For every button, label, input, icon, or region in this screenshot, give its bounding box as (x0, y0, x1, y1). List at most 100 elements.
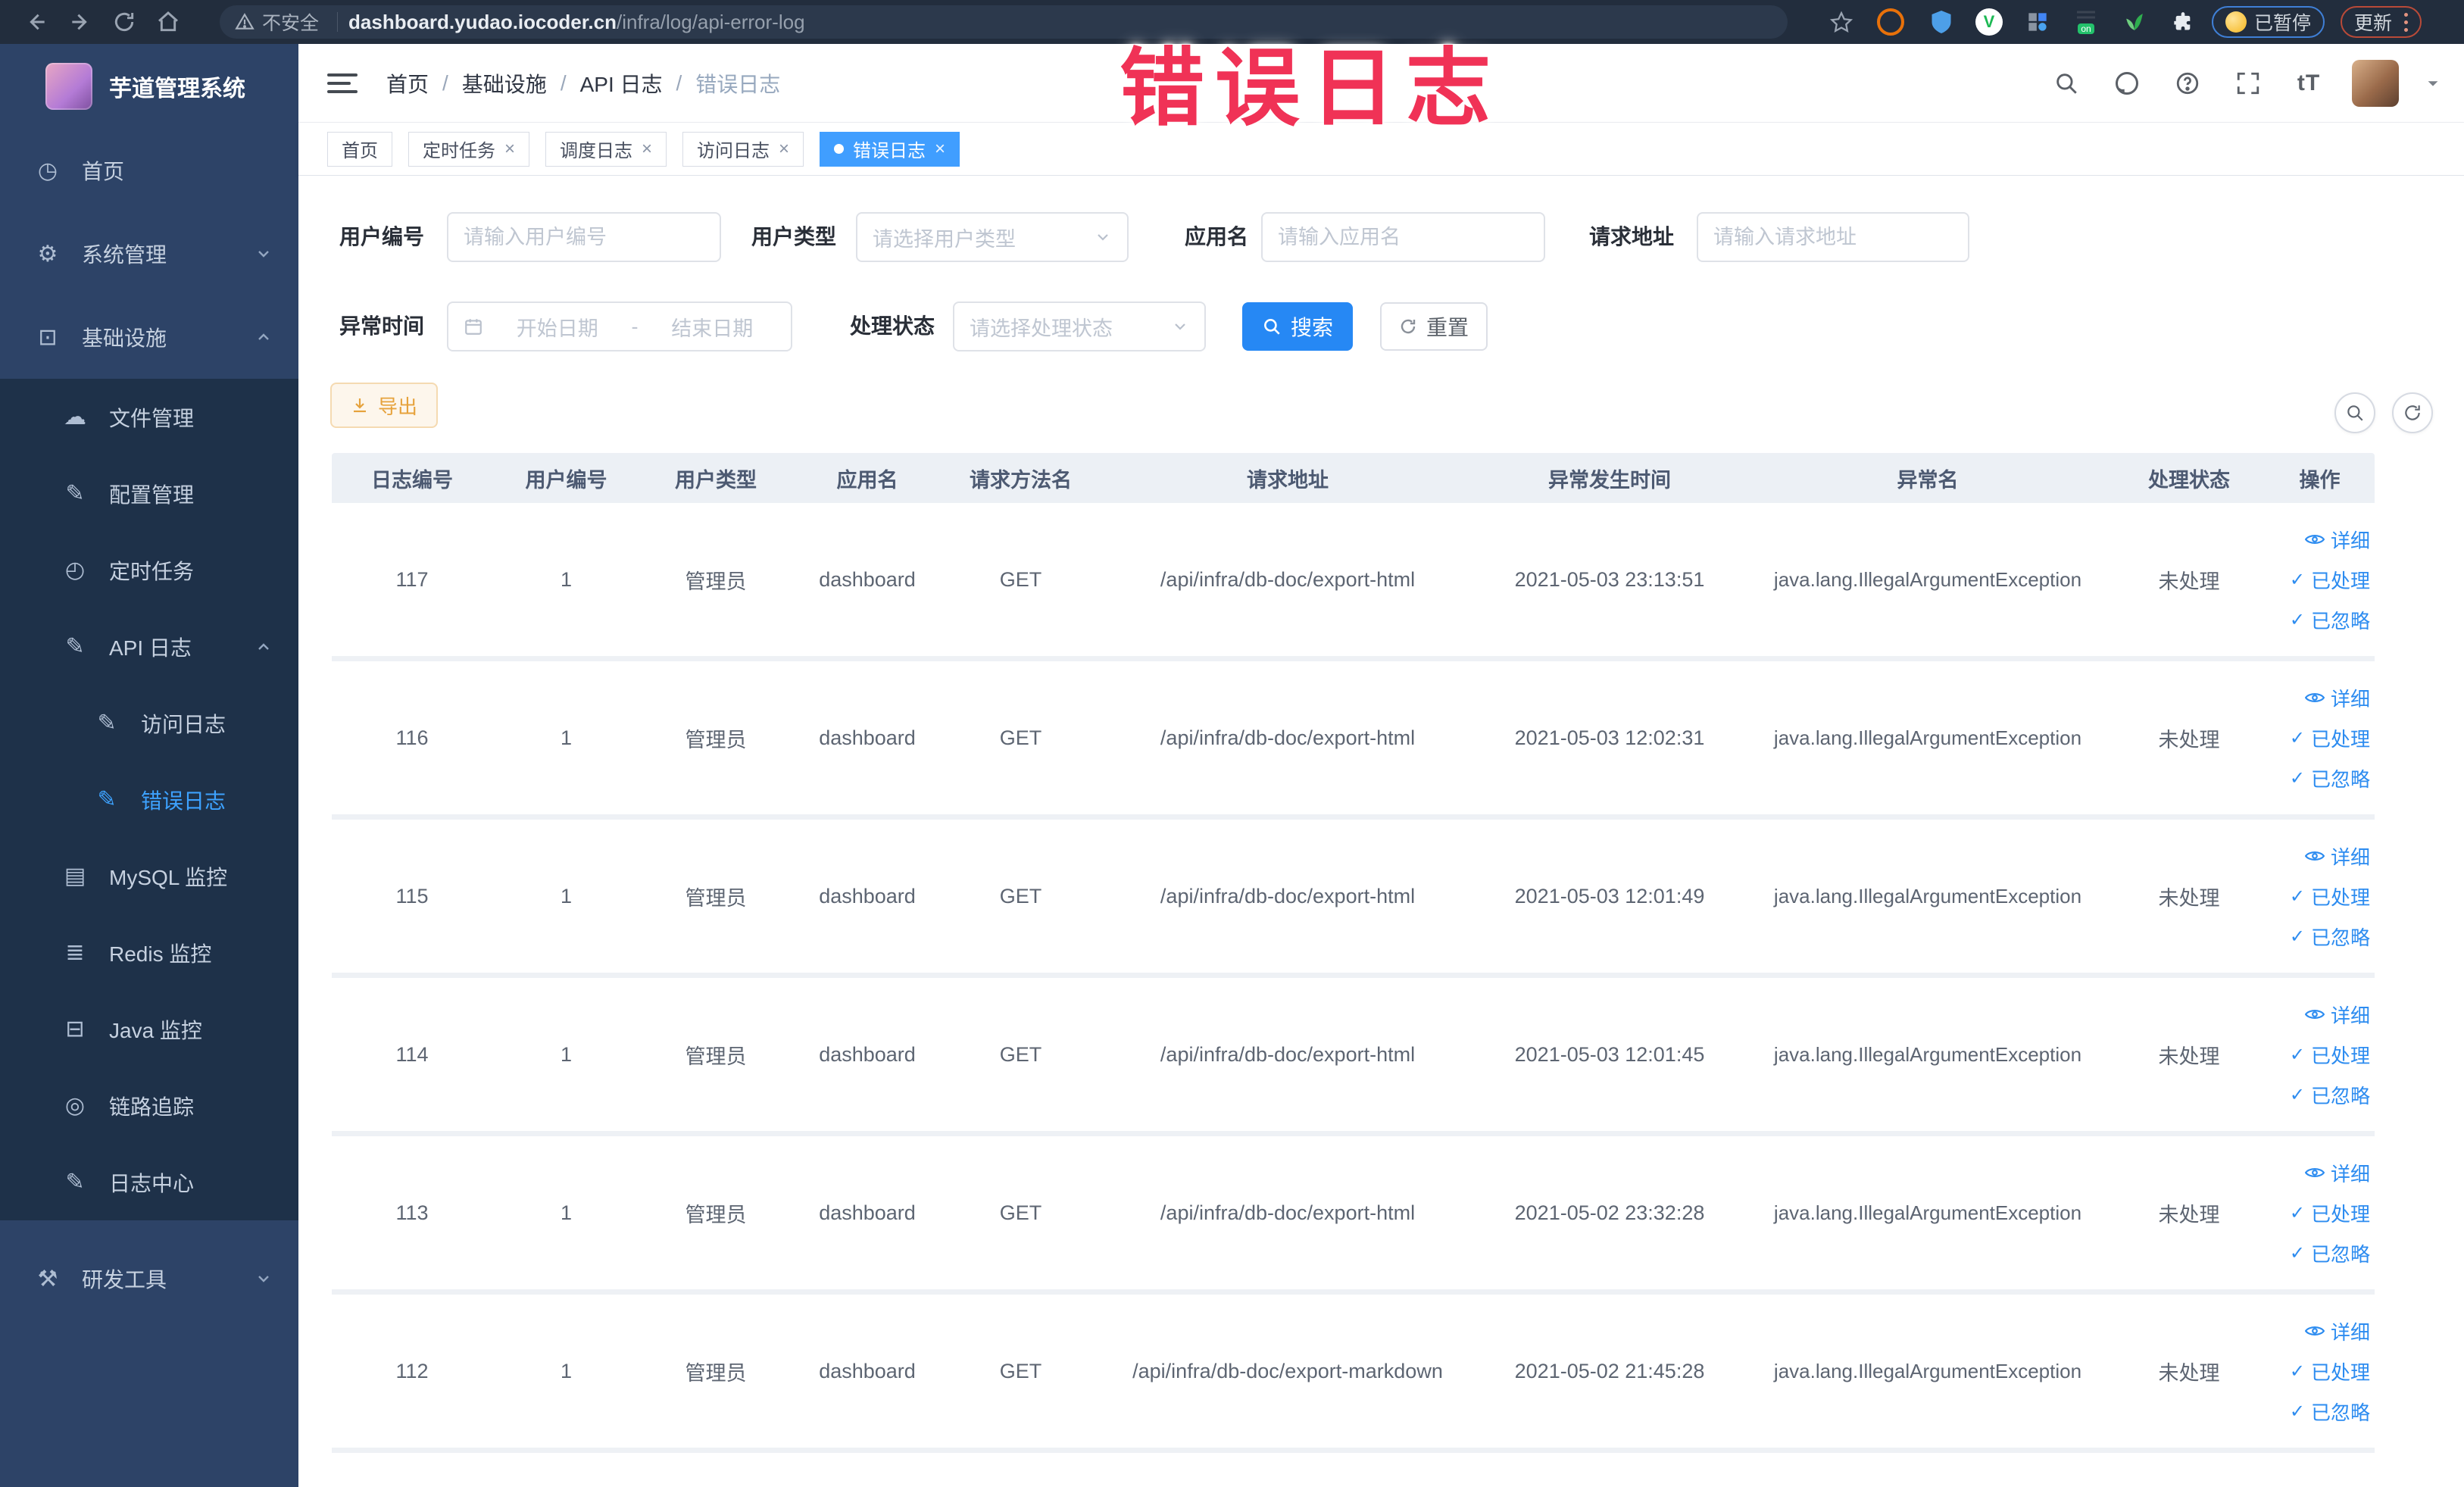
hide-search-button[interactable] (2334, 392, 2375, 433)
avatar-caret-icon[interactable] (2425, 75, 2441, 92)
warning-icon (235, 13, 255, 30)
status-badge: 未处理 (2158, 886, 2220, 910)
col-method: 请求方法名 (970, 468, 1072, 492)
sidebar-item-dev-tools[interactable]: ⚒ 研发工具 (0, 1237, 298, 1320)
back-icon[interactable] (20, 5, 53, 39)
edit-icon: ✎ (65, 481, 85, 506)
extensions-puzzle-icon[interactable] (2169, 8, 2197, 36)
extension-icon[interactable] (1928, 8, 1955, 36)
filter-label-exception-time: 异常时间 (339, 314, 424, 338)
reset-button[interactable]: 重置 (1380, 302, 1488, 351)
sidebar-item-scheduled-tasks[interactable]: ◴ 定时任务 (0, 532, 298, 608)
sidebar-item-access-log[interactable]: ✎ 访问日志 (0, 685, 298, 761)
mark-processed-link[interactable]: ✓ 已处理 (2290, 1357, 2370, 1385)
home-icon[interactable] (151, 5, 185, 39)
app-logo[interactable]: 芋道管理系统 (0, 44, 298, 129)
profile-emoji-icon (2225, 11, 2247, 33)
sidebar-item-infra[interactable]: ⊡ 基础设施 (0, 295, 298, 379)
sidebar-item-mysql-monitor[interactable]: ▤ MySQL 监控 (0, 838, 298, 914)
refresh-table-button[interactable] (2392, 392, 2433, 433)
row-actions: 详细 ✓ 已处理 ✓ 已忽略 (2265, 684, 2375, 792)
forward-icon[interactable] (64, 5, 97, 39)
col-actions: 操作 (2299, 468, 2341, 492)
mark-processed-link[interactable]: ✓ 已处理 (2290, 1199, 2370, 1227)
tag-error-log[interactable]: 错误日志 × (820, 131, 960, 167)
divider (337, 12, 339, 32)
sidebar-item-error-log[interactable]: ✎ 错误日志 (0, 761, 298, 838)
col-request-url: 请求地址 (1247, 468, 1329, 492)
browser-update-button[interactable]: 更新 (2341, 6, 2422, 38)
breadcrumb-infra[interactable]: 基础设施 (462, 68, 547, 98)
detail-link[interactable]: 详细 (2304, 684, 2370, 712)
export-button[interactable]: 导出 (330, 383, 438, 428)
detail-link[interactable]: 详细 (2304, 526, 2370, 554)
user-type-select[interactable]: 请选择用户类型 (856, 212, 1129, 262)
mark-processed-link[interactable]: ✓ 已处理 (2290, 566, 2370, 594)
mark-ignored-link[interactable]: ✓ 已忽略 (2290, 1081, 2370, 1109)
extension-icon[interactable] (2024, 8, 2051, 36)
tag-schedule-log[interactable]: 调度日志 × (545, 131, 667, 167)
detail-link[interactable]: 详细 (2304, 1317, 2370, 1345)
sidebar-item-home[interactable]: ◷ 首页 (0, 129, 298, 212)
user-id-input-field[interactable] (464, 225, 704, 249)
extension-icon[interactable]: V (1975, 8, 2003, 36)
check-icon: ✓ (2289, 767, 2305, 789)
extension-icon[interactable] (2121, 8, 2148, 36)
user-id-input[interactable] (447, 212, 721, 262)
sidebar-item-api-log[interactable]: ✎ API 日志 (0, 608, 298, 685)
fullscreen-icon[interactable] (2231, 66, 2266, 101)
app-name-input[interactable] (1261, 212, 1545, 262)
col-app-name: 应用名 (836, 468, 898, 492)
sidebar-toggle-icon[interactable] (327, 68, 358, 98)
mark-processed-link[interactable]: ✓ 已处理 (2290, 1041, 2370, 1069)
mark-ignored-link[interactable]: ✓ 已忽略 (2290, 1398, 2370, 1426)
extension-icon[interactable] (1877, 8, 1904, 36)
sidebar-item-log-center[interactable]: ✎ 日志中心 (0, 1144, 298, 1220)
mark-processed-link[interactable]: ✓ 已处理 (2290, 724, 2370, 752)
col-user-type: 用户类型 (675, 468, 757, 492)
mark-ignored-link[interactable]: ✓ 已忽略 (2290, 764, 2370, 792)
user-avatar[interactable] (2352, 60, 2399, 107)
breadcrumb-home[interactable]: 首页 (386, 68, 429, 98)
bookmark-star-icon[interactable] (1825, 5, 1858, 39)
security-chip[interactable]: 不安全 (235, 8, 348, 36)
mark-ignored-link[interactable]: ✓ 已忽略 (2290, 923, 2370, 951)
detail-link[interactable]: 详细 (2304, 842, 2370, 870)
mark-ignored-link[interactable]: ✓ 已忽略 (2290, 606, 2370, 634)
kebab-menu-icon[interactable] (2404, 12, 2409, 32)
help-icon[interactable] (2170, 66, 2205, 101)
tag-home[interactable]: 首页 (327, 131, 392, 167)
sidebar-item-config-management[interactable]: ✎ 配置管理 (0, 455, 298, 532)
sidebar-item-trace[interactable]: ◎ 链路追踪 (0, 1067, 298, 1144)
profile-paused-button[interactable]: 已暂停 (2212, 6, 2325, 38)
font-size-icon[interactable]: tT (2291, 66, 2326, 101)
app-name-input-field[interactable] (1278, 225, 1529, 249)
address-bar[interactable]: 不安全 dashboard.yudao.iocoder.cn/infra/log… (220, 5, 1788, 39)
tag-access-log[interactable]: 访问日志 × (682, 131, 804, 167)
close-icon[interactable]: × (935, 139, 945, 160)
close-icon[interactable]: × (504, 139, 515, 160)
request-url-input-field[interactable] (1713, 225, 1953, 249)
extension-icon[interactable]: on (2072, 8, 2100, 36)
github-icon[interactable] (2110, 66, 2144, 101)
filter-label-app-name: 应用名 (1184, 225, 1248, 248)
close-icon[interactable]: × (779, 139, 789, 160)
request-url-input[interactable] (1697, 212, 1969, 262)
sidebar-item-redis-monitor[interactable]: ≣ Redis 监控 (0, 914, 298, 991)
search-icon[interactable] (2049, 66, 2084, 101)
process-status-select[interactable]: 请选择处理状态 (953, 301, 1206, 351)
sidebar-item-file-management[interactable]: ☁ 文件管理 (0, 379, 298, 455)
tag-scheduled-tasks[interactable]: 定时任务 × (408, 131, 530, 167)
main-area: 首页 / 基础设施 / API 日志 / 错误日志 tT 首页 定时任务 × 调… (298, 44, 2464, 1487)
reload-icon[interactable] (108, 5, 141, 39)
mark-ignored-link[interactable]: ✓ 已忽略 (2290, 1239, 2370, 1267)
exception-time-range-picker[interactable]: 开始日期 - 结束日期 (447, 301, 792, 351)
close-icon[interactable]: × (642, 139, 652, 160)
mark-processed-link[interactable]: ✓ 已处理 (2290, 883, 2370, 911)
detail-link[interactable]: 详细 (2304, 1001, 2370, 1029)
sidebar-item-java-monitor[interactable]: ⊟ Java 监控 (0, 991, 298, 1067)
sidebar-item-system[interactable]: ⚙ 系统管理 (0, 212, 298, 295)
detail-link[interactable]: 详细 (2304, 1159, 2370, 1187)
breadcrumb-api-log[interactable]: API 日志 (580, 68, 663, 98)
search-button[interactable]: 搜索 (1242, 302, 1353, 351)
